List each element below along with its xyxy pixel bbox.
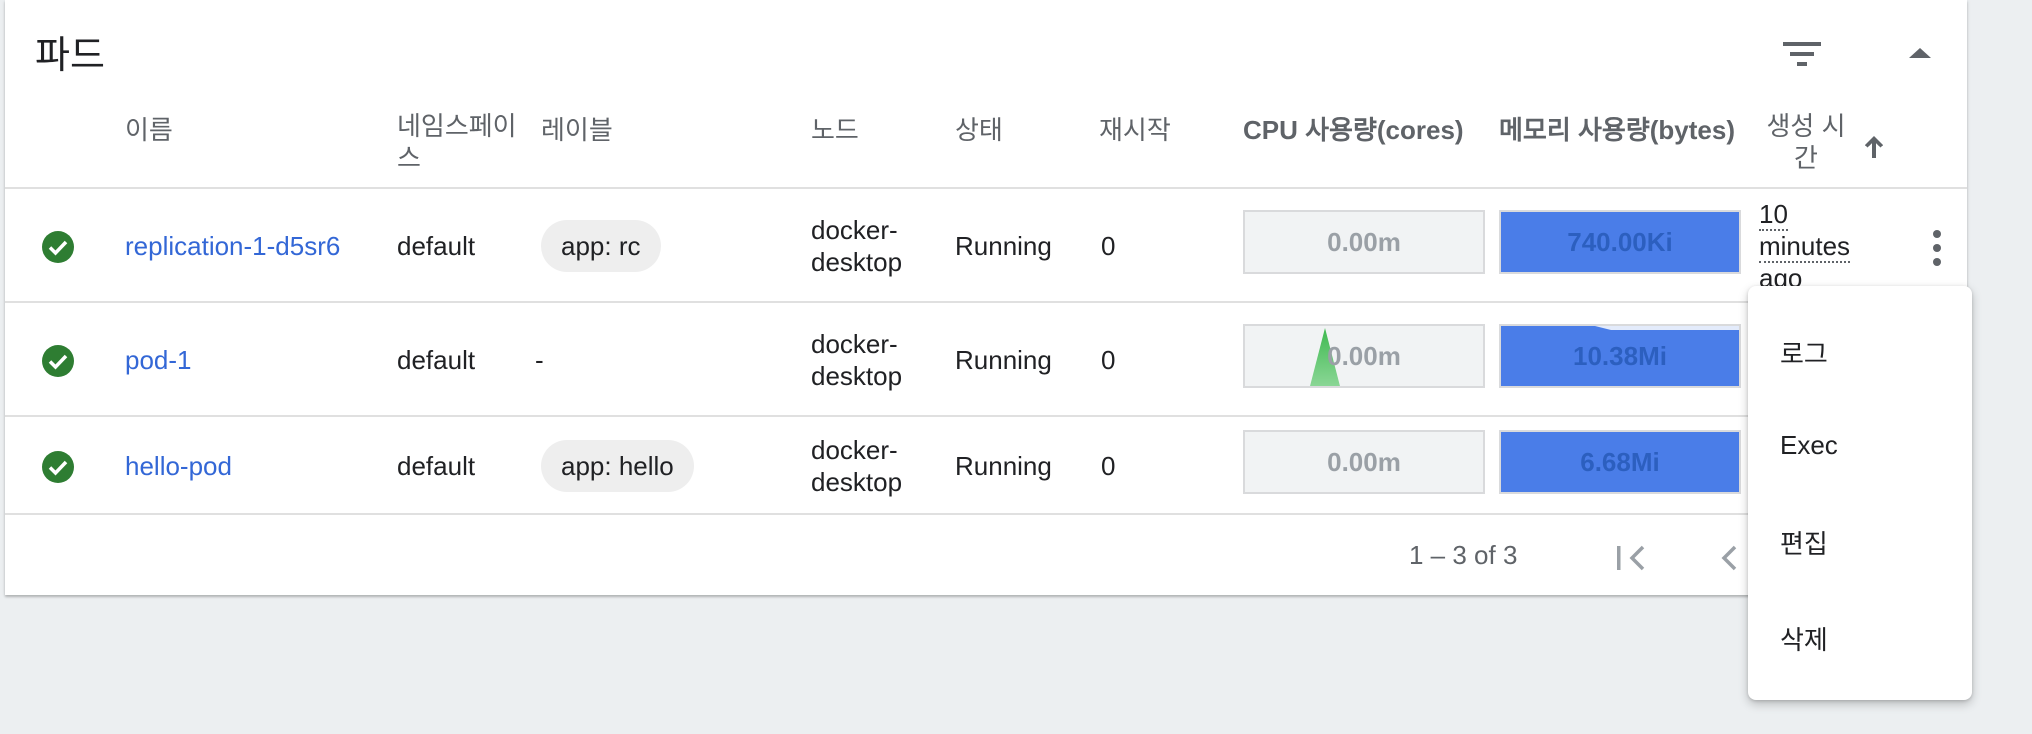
node-line1: docker- xyxy=(811,329,898,359)
menu-item-logs[interactable]: 로그 xyxy=(1780,334,1828,371)
node: docker- desktop xyxy=(811,214,902,278)
pods-card: 파드 이름 네임스페이 스 레이블 노드 상태 재시작 CPU 사용량(core… xyxy=(5,0,1967,595)
col-namespace-line1: 네임스페이 xyxy=(397,111,517,141)
menu-item-edit[interactable]: 편집 xyxy=(1780,524,1828,561)
col-created[interactable]: 생성 시 간 xyxy=(1761,110,1851,174)
first-page-icon[interactable] xyxy=(1611,540,1651,576)
cpu-value: 0.00m xyxy=(1327,340,1401,371)
filter-icon[interactable] xyxy=(1779,36,1825,72)
memory-value: 6.68Mi xyxy=(1580,446,1660,477)
row-actions-menu: 로그 Exec 편집 삭제 xyxy=(1748,286,1972,700)
menu-item-exec[interactable]: Exec xyxy=(1780,430,1838,461)
memory-sparkline: 740.00Ki xyxy=(1499,210,1741,274)
created-time: 10 minutes ago xyxy=(1759,198,1899,292)
menu-item-delete[interactable]: 삭제 xyxy=(1780,620,1828,657)
memory-sparkline: 6.68Mi xyxy=(1499,430,1741,494)
node-line2: desktop xyxy=(811,247,903,277)
prev-page-icon[interactable] xyxy=(1711,540,1751,576)
pod-name-link[interactable]: hello-pod xyxy=(125,450,232,482)
restarts: 0 xyxy=(1101,345,1116,375)
status: Running xyxy=(955,451,1052,481)
memory-sparkline: 10.38Mi xyxy=(1499,324,1741,388)
col-created-line1: 생성 시 xyxy=(1766,111,1846,141)
header-divider xyxy=(5,187,1967,189)
status: Running xyxy=(955,345,1052,375)
check-circle-icon xyxy=(42,231,74,263)
col-status[interactable]: 상태 xyxy=(955,114,1003,146)
namespace: default xyxy=(397,231,476,261)
col-namespace-line2: 스 xyxy=(397,143,421,173)
namespace: default xyxy=(397,345,476,375)
cpu-value: 0.00m xyxy=(1327,446,1401,477)
row-divider xyxy=(5,301,1967,303)
col-restarts[interactable]: 재시작 xyxy=(1099,114,1171,146)
col-name[interactable]: 이름 xyxy=(125,114,173,146)
row-divider xyxy=(5,513,1967,515)
col-node[interactable]: 노드 xyxy=(811,114,859,146)
restarts: 0 xyxy=(1101,451,1116,481)
memory-value: 740.00Ki xyxy=(1567,226,1673,257)
node-line1: docker- xyxy=(811,215,898,245)
node: docker- desktop xyxy=(811,328,902,392)
col-labels: 레이블 xyxy=(541,115,613,145)
cpu-sparkline: 0.00m xyxy=(1243,324,1485,388)
cpu-sparkline: 0.00m xyxy=(1243,210,1485,274)
col-created-line2: 간 xyxy=(1794,143,1818,173)
col-cpu: CPU 사용량(cores) xyxy=(1243,115,1464,145)
status: Running xyxy=(955,231,1052,261)
pod-name-link[interactable]: pod-1 xyxy=(125,344,192,376)
namespace: default xyxy=(397,451,476,481)
more-vert-icon[interactable] xyxy=(1927,222,1947,274)
restarts: 0 xyxy=(1101,231,1116,261)
check-circle-icon xyxy=(42,451,74,483)
node-line2: desktop xyxy=(811,361,903,391)
col-memory: 메모리 사용량(bytes) xyxy=(1499,115,1735,145)
collapse-icon[interactable] xyxy=(1905,40,1935,64)
sort-arrow-up-icon[interactable] xyxy=(1859,132,1889,162)
cpu-value: 0.00m xyxy=(1327,226,1401,257)
created-line2: minutes xyxy=(1759,231,1851,263)
node: docker- desktop xyxy=(811,434,902,498)
cpu-sparkline: 0.00m xyxy=(1243,430,1485,494)
card-title: 파드 xyxy=(35,35,105,77)
pagination-range: 1 – 3 of 3 xyxy=(1409,540,1518,570)
memory-value: 10.38Mi xyxy=(1573,340,1667,371)
label-empty: - xyxy=(535,345,544,375)
label-chip: app: rc xyxy=(541,220,661,272)
check-circle-icon xyxy=(42,345,74,377)
label-chip: app: hello xyxy=(541,440,694,492)
col-namespace[interactable]: 네임스페이 스 xyxy=(397,110,517,174)
pod-name-link[interactable]: replication-1-d5sr6 xyxy=(125,230,340,262)
node-line2: desktop xyxy=(811,467,903,497)
row-divider xyxy=(5,415,1967,417)
created-line1: 10 xyxy=(1759,199,1788,231)
node-line1: docker- xyxy=(811,435,898,465)
